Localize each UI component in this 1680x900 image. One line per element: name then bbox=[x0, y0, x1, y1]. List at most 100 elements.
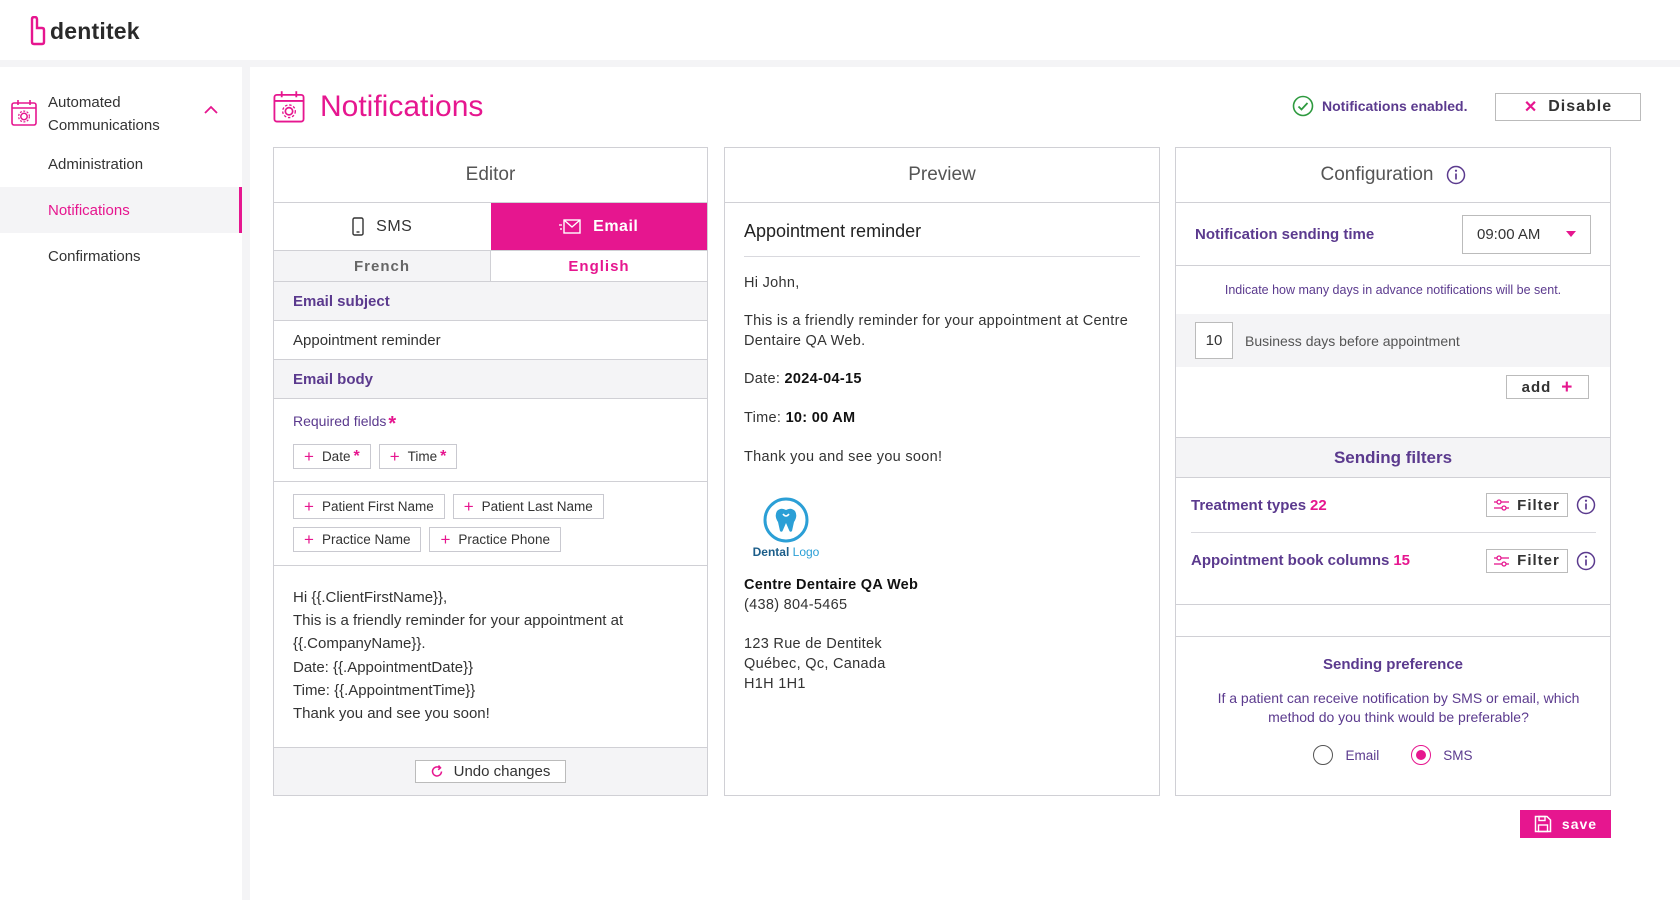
close-icon: ✕ bbox=[1523, 99, 1539, 116]
info-icon[interactable] bbox=[1576, 495, 1596, 515]
sidebar-group-automated-communications[interactable]: Automated Communications bbox=[8, 91, 234, 139]
chip-practice-name[interactable]: + Practice Name bbox=[293, 527, 422, 552]
disable-button[interactable]: ✕ Disable bbox=[1495, 93, 1641, 121]
info-icon[interactable] bbox=[1446, 165, 1466, 185]
plus-icon: + bbox=[304, 497, 314, 516]
logo-text: dentitek bbox=[50, 17, 140, 44]
email-icon bbox=[559, 218, 581, 234]
email-subject-field[interactable]: Appointment reminder bbox=[274, 321, 707, 360]
chip-date[interactable]: + Date * bbox=[293, 444, 371, 469]
page-title: Notifications bbox=[320, 90, 484, 123]
plus-icon: + bbox=[463, 497, 474, 516]
configuration-title: Configuration bbox=[1320, 164, 1434, 185]
sidebar-item-confirmations[interactable]: Confirmations bbox=[0, 233, 242, 279]
save-button[interactable]: save bbox=[1520, 810, 1611, 838]
tab-english[interactable]: English bbox=[490, 251, 707, 281]
appointment-columns-filter-button[interactable]: Filter bbox=[1486, 548, 1568, 573]
logo-word-2: Logo bbox=[792, 545, 820, 559]
filter-row-treatment-types: Treatment types 22 Filter bbox=[1191, 478, 1596, 533]
filter-row-appointment-book-columns: Appointment book columns 15 Filter bbox=[1191, 533, 1596, 588]
check-circle-icon bbox=[1292, 95, 1314, 117]
divider bbox=[1176, 604, 1610, 605]
treatment-types-filter-button[interactable]: Filter bbox=[1486, 493, 1568, 517]
preview-header: Preview bbox=[725, 148, 1159, 203]
sidebar-item-administration[interactable]: Administration bbox=[0, 141, 242, 187]
editor-panel: Editor SMS Email French English Email su… bbox=[273, 147, 708, 796]
sending-preference-title: Sending preference bbox=[1322, 656, 1464, 673]
chip-time[interactable]: + Time * bbox=[378, 444, 458, 469]
dental-logo: Dental Logo bbox=[744, 497, 828, 559]
phone-icon bbox=[352, 217, 364, 236]
sidebar-item-notifications[interactable]: Notifications bbox=[0, 187, 242, 233]
status-text: Notifications enabled. bbox=[1322, 98, 1468, 114]
calendar-gear-icon bbox=[11, 100, 37, 126]
sliders-icon bbox=[1494, 499, 1510, 511]
add-button[interactable]: add + bbox=[1506, 375, 1589, 399]
editor-header: Editor bbox=[274, 148, 707, 203]
sending-time-value: 09:00 AM bbox=[1477, 225, 1541, 243]
sending-preference-question: If a patient can receive notification by… bbox=[1217, 690, 1580, 725]
chevron-up-icon[interactable] bbox=[204, 105, 218, 115]
preview-phone: (438) 804-5465 bbox=[744, 597, 848, 613]
disable-label: Disable bbox=[1548, 98, 1613, 115]
radio-email[interactable]: Email bbox=[1313, 745, 1379, 765]
logo-word-1: Dental bbox=[752, 545, 790, 559]
tab-french[interactable]: French bbox=[274, 251, 490, 281]
plus-icon: + bbox=[304, 530, 314, 549]
preview-title: Preview bbox=[908, 164, 976, 185]
main-content: Notifications Notifications enabled. ✕ D… bbox=[250, 67, 1680, 900]
plus-icon: + bbox=[440, 530, 451, 549]
radio-button bbox=[1313, 745, 1334, 765]
sidebar-item-label: Confirmations bbox=[48, 247, 141, 265]
divider bbox=[1176, 636, 1610, 637]
sidebar-group-label: Automated Communications bbox=[48, 94, 160, 134]
add-label: add bbox=[1521, 378, 1552, 396]
email-preview: Appointment reminder Hi John, This is a … bbox=[725, 203, 1159, 694]
sidebar: Automated Communications Administration … bbox=[0, 67, 242, 900]
days-input[interactable]: 10 bbox=[1195, 322, 1233, 359]
filter-label: Treatment types 22 bbox=[1191, 496, 1327, 514]
chip-practice-phone[interactable]: + Practice Phone bbox=[429, 527, 561, 552]
undo-changes-button[interactable]: Undo changes bbox=[415, 760, 566, 783]
preview-email-title: Appointment reminder bbox=[744, 203, 1140, 257]
undo-label: Undo changes bbox=[453, 763, 551, 780]
email-body-field[interactable]: Hi {{.ClientFirstName}}, This is a frien… bbox=[274, 566, 707, 748]
radio-sms[interactable]: SMS bbox=[1411, 745, 1473, 765]
plus-icon: + bbox=[304, 447, 314, 466]
preview-intro: This is a friendly reminder for your app… bbox=[744, 313, 1129, 349]
required-fields-title: Required fields * bbox=[293, 413, 397, 435]
tab-label: Email bbox=[593, 217, 639, 235]
tab-label: SMS bbox=[376, 217, 413, 235]
filter-button-label: Filter bbox=[1517, 496, 1560, 514]
page-header: Notifications bbox=[272, 89, 483, 125]
channel-tabs: SMS Email bbox=[274, 203, 707, 251]
radio-label: Email bbox=[1345, 747, 1380, 763]
chip-patient-first-name[interactable]: + Patient First Name bbox=[293, 494, 445, 519]
plus-icon: + bbox=[1561, 376, 1574, 398]
preview-address-2: Québec, Qc, Canada bbox=[744, 656, 886, 672]
save-label: save bbox=[1561, 816, 1598, 832]
filter-label: Appointment book columns 15 bbox=[1191, 552, 1411, 569]
floppy-disk-icon bbox=[1534, 815, 1552, 833]
chip-patient-last-name[interactable]: + Patient Last Name bbox=[452, 494, 604, 519]
info-icon[interactable] bbox=[1576, 551, 1596, 571]
preview-address-3: H1H 1H1 bbox=[744, 676, 806, 692]
tab-sms[interactable]: SMS bbox=[274, 203, 491, 250]
sending-time-select[interactable]: 09:00 AM bbox=[1462, 214, 1591, 254]
filter-count: 15 bbox=[1393, 552, 1411, 569]
app-logo[interactable]: dentitek bbox=[28, 16, 140, 46]
sending-preference-options: Email SMS bbox=[1176, 745, 1610, 765]
filter-button-label: Filter bbox=[1517, 552, 1560, 569]
undo-icon bbox=[431, 765, 442, 777]
preview-address-1: 123 Rue de Dentitek bbox=[744, 636, 882, 652]
tab-email[interactable]: Email bbox=[490, 203, 707, 250]
days-label: Business days before appointment bbox=[1245, 332, 1460, 349]
radio-button bbox=[1411, 745, 1432, 765]
sending-time-row: Notification sending time 09:00 AM bbox=[1176, 203, 1610, 266]
radio-label: SMS bbox=[1443, 747, 1473, 763]
plus-icon: + bbox=[389, 447, 400, 466]
preview-greeting: Hi John, bbox=[744, 275, 800, 291]
required-fields: Required fields * + Date * + Time * bbox=[274, 399, 707, 482]
preview-time: Time: 10: 00 AM bbox=[744, 410, 856, 426]
filter-count: 22 bbox=[1310, 496, 1327, 514]
